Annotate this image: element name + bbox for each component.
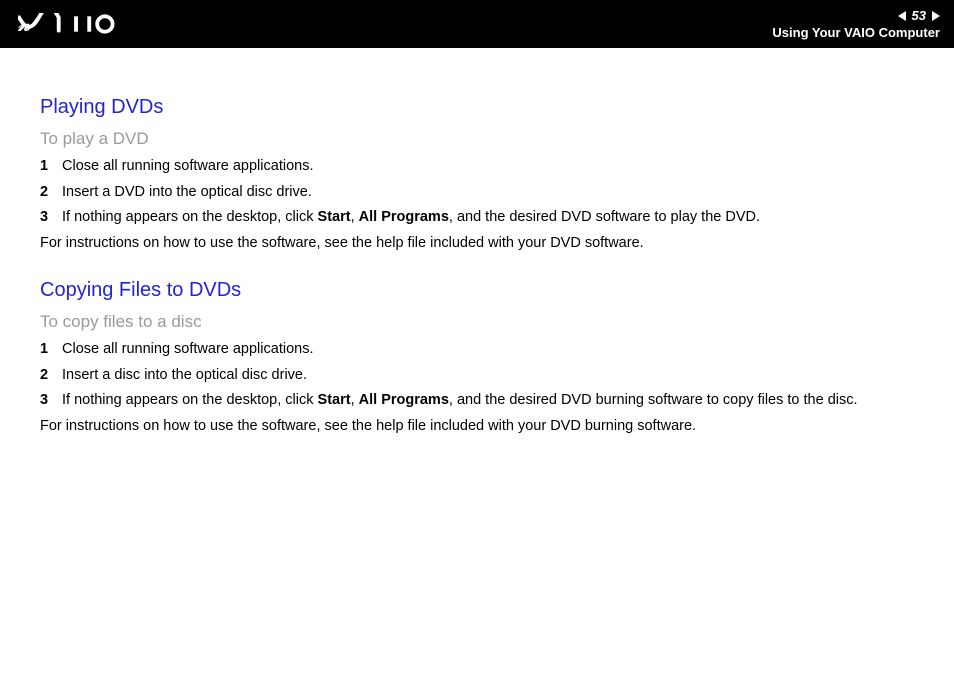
section-subtitle: To copy files to a disc: [40, 312, 914, 332]
step-item: 3 If nothing appears on the desktop, cli…: [40, 391, 914, 411]
step-text: If nothing appears on the desktop, click…: [62, 391, 914, 411]
text-fragment: , and the desired DVD software to play t…: [449, 209, 760, 225]
step-number: 3: [40, 391, 62, 411]
step-text: Close all running software applications.: [62, 340, 914, 360]
step-text: Insert a DVD into the optical disc drive…: [62, 183, 914, 203]
text-fragment: ,: [351, 392, 359, 408]
step-item: 2 Insert a DVD into the optical disc dri…: [40, 183, 914, 203]
step-item: 3 If nothing appears on the desktop, cli…: [40, 208, 914, 228]
section-title: Copying Files to DVDs: [40, 279, 914, 302]
step-text: Insert a disc into the optical disc driv…: [62, 366, 914, 386]
next-page-icon[interactable]: [932, 11, 940, 21]
text-fragment: ,: [351, 209, 359, 225]
step-text: If nothing appears on the desktop, click…: [62, 208, 914, 228]
step-item: 1 Close all running software application…: [40, 157, 914, 177]
bold-text: Start: [318, 209, 351, 225]
vaio-logo: 𝓃⁄: [18, 13, 128, 35]
vaio-logo-icon: 𝓃⁄: [18, 13, 128, 35]
step-number: 2: [40, 366, 62, 386]
step-number: 1: [40, 340, 62, 360]
document-page: 𝓃⁄ 53 Using Your VAIO Computer Playing D…: [0, 0, 954, 674]
bold-text: All Programs: [359, 392, 449, 408]
step-text: Close all running software applications.: [62, 157, 914, 177]
text-fragment: If nothing appears on the desktop, click: [62, 392, 318, 408]
prev-page-icon[interactable]: [898, 11, 906, 21]
step-item: 2 Insert a disc into the optical disc dr…: [40, 366, 914, 386]
section-copying-dvds: Copying Files to DVDs To copy files to a…: [40, 279, 914, 436]
page-content: Playing DVDs To play a DVD 1 Close all r…: [0, 48, 954, 459]
section-footer: For instructions on how to use the softw…: [40, 417, 914, 437]
step-number: 3: [40, 208, 62, 228]
header-right: 53 Using Your VAIO Computer: [772, 8, 940, 40]
bold-text: All Programs: [359, 209, 449, 225]
section-label: Using Your VAIO Computer: [772, 25, 940, 40]
text-fragment: , and the desired DVD burning software t…: [449, 392, 858, 408]
page-nav: 53: [898, 8, 940, 23]
text-fragment: If nothing appears on the desktop, click: [62, 209, 318, 225]
section-subtitle: To play a DVD: [40, 129, 914, 149]
section-title: Playing DVDs: [40, 96, 914, 119]
step-number: 2: [40, 183, 62, 203]
step-number: 1: [40, 157, 62, 177]
page-header: 𝓃⁄ 53 Using Your VAIO Computer: [0, 0, 954, 48]
section-playing-dvds: Playing DVDs To play a DVD 1 Close all r…: [40, 96, 914, 253]
step-item: 1 Close all running software application…: [40, 340, 914, 360]
page-number: 53: [912, 8, 926, 23]
section-footer: For instructions on how to use the softw…: [40, 234, 914, 254]
bold-text: Start: [318, 392, 351, 408]
